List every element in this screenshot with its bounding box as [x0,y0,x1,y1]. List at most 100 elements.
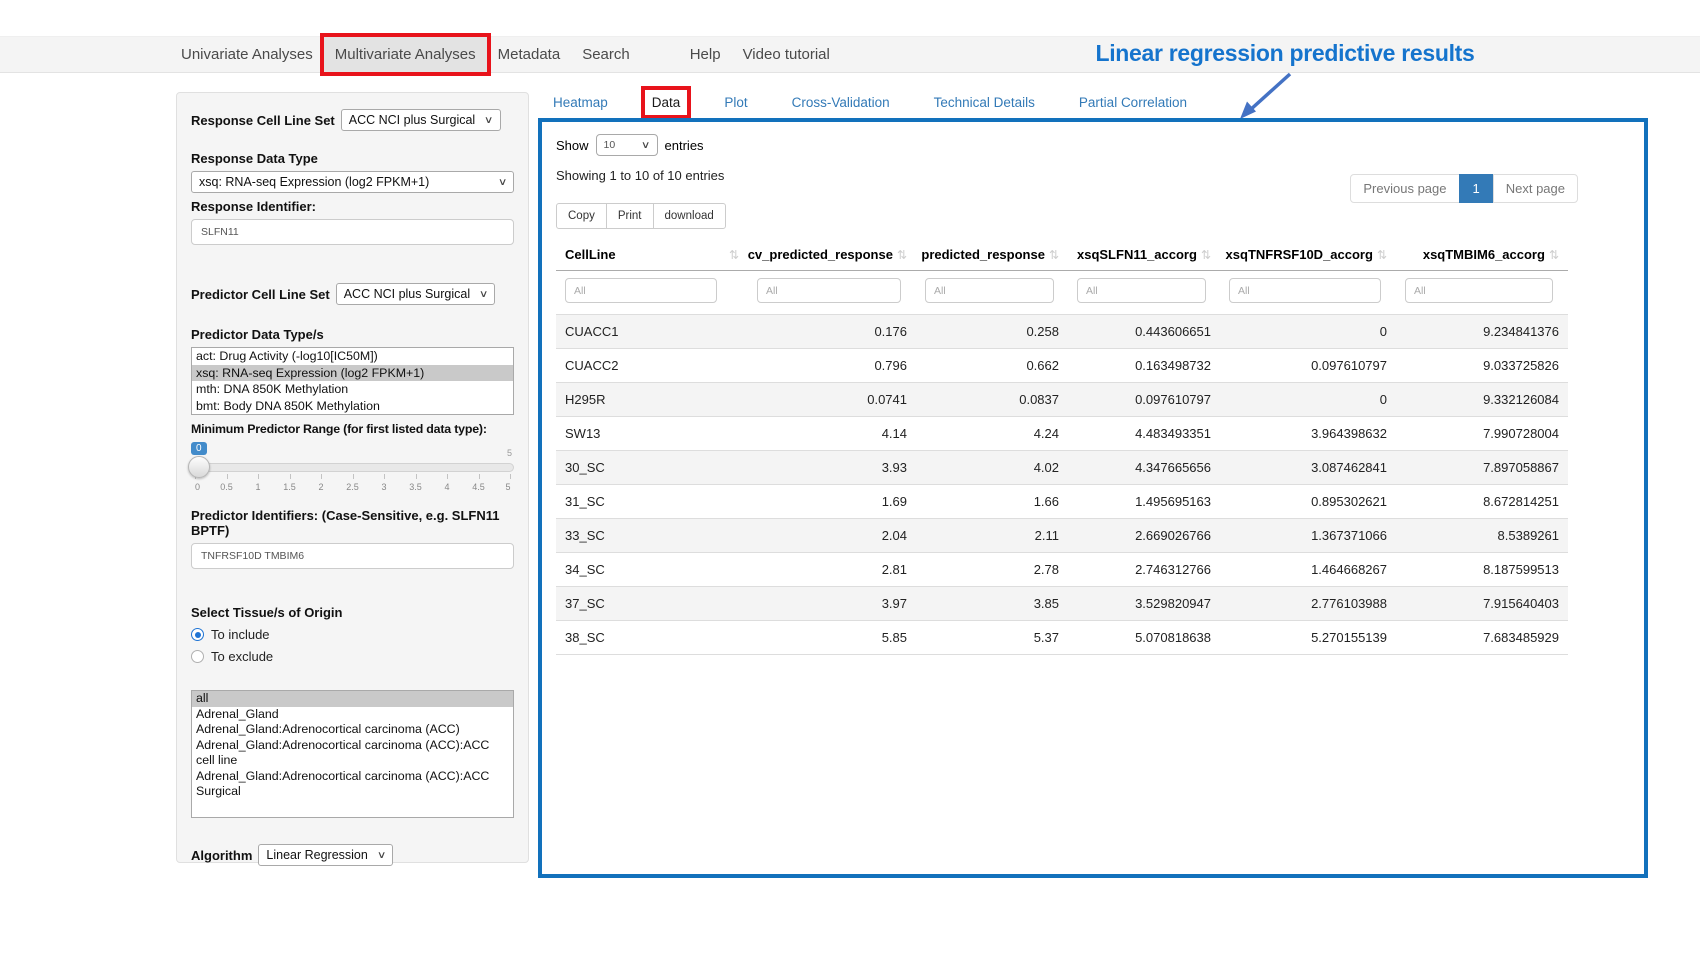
results-table: CellLine⇅cv_predicted_response⇅predicted… [556,239,1568,655]
response-data-type-select[interactable]: xsq: RNA-seq Expression (log2 FPKM+1) ∨ [191,171,514,193]
listbox-option-adrenal-gland-adrenocortical-carcinoma-acc-acc-cell-line[interactable]: Adrenal_Gland:Adrenocortical carcinoma (… [192,738,513,769]
predictor-identifiers-input[interactable]: TNFRSF10D TMBIM6 [191,543,514,569]
table-cell: H295R [556,383,748,417]
listbox-option-adrenal-gland-adrenocortical-carcinoma-acc[interactable]: Adrenal_Gland:Adrenocortical carcinoma (… [192,722,513,738]
algorithm-label: Algorithm [191,848,252,863]
column-header-content: xsqTNFRSF10D_accorg ⇅ [1229,247,1387,262]
next-page-button[interactable]: Next page [1493,174,1578,203]
column-header-label: predicted_response [921,247,1045,262]
slider-track[interactable] [191,463,514,472]
slider-tick [353,474,354,479]
predictor-cell-line-set-label: Predictor Cell Line Set [191,287,330,302]
filter-cell-xsqtmbim6-accorg [1396,271,1568,315]
table-cell: 30_SC [556,451,748,485]
table-cell: 5.37 [916,621,1068,655]
slider-tick [258,474,259,479]
listbox-option-xsq-rna-seq-expression-log2-fpkm-1[interactable]: xsq: RNA-seq Expression (log2 FPKM+1) [192,365,513,382]
column-header-xsqtnfrsf10d-accorg[interactable]: xsqTNFRSF10D_accorg ⇅ [1220,239,1396,271]
tab-data[interactable]: Data [645,90,688,115]
table-cell: 4.347665656 [1068,451,1220,485]
table-cell: 37_SC [556,587,748,621]
listbox-option-all[interactable]: all [192,691,513,707]
nav-item-univariate-analyses[interactable]: Univariate Analyses [170,37,324,72]
table-cell: 9.033725826 [1396,349,1568,383]
table-cell: 5.85 [748,621,916,655]
slider-tick-label: 2 [318,482,323,492]
table-cell: 5.070818638 [1068,621,1220,655]
slider-tick-label: 5 [505,482,510,492]
tab-partial-correlation[interactable]: Partial Correlation [1072,90,1194,115]
listbox-option-adrenal-gland[interactable]: Adrenal_Gland [192,707,513,723]
response-identifier-input[interactable]: SLFN11 [191,219,514,245]
column-filter-input-xsqslfn11-accorg[interactable] [1077,278,1206,303]
column-header-content: xsqSLFN11_accorg⇅ [1077,247,1211,262]
table-cell: CUACC1 [556,315,748,349]
slider-tick [227,474,228,479]
sort-icon: ⇅ [1049,248,1059,262]
table-cell: 0.796 [748,349,916,383]
predictor-cell-line-set-select[interactable]: ACC NCI plus Surgical ∨ [336,283,496,305]
column-filter-input-xsqtmbim6-accorg[interactable] [1405,278,1553,303]
column-header-xsqslfn11-accorg[interactable]: xsqSLFN11_accorg⇅ [1068,239,1220,271]
tab-heatmap[interactable]: Heatmap [546,90,615,115]
table-cell: 4.02 [916,451,1068,485]
filter-cell-xsqslfn11-accorg [1068,271,1220,315]
radio-to-include[interactable]: To include [191,627,514,642]
column-filter-input-cellline[interactable] [565,278,717,303]
column-header-label: xsqTNFRSF10D_accorg [1226,247,1373,262]
slider-tick-label: 3 [381,482,386,492]
nav-item-video-tutorial[interactable]: Video tutorial [732,37,841,72]
column-filter-input-cv-predicted-response[interactable] [757,278,901,303]
print-button[interactable]: Print [606,203,654,229]
copy-button[interactable]: Copy [556,203,607,229]
column-header-label: CellLine [565,247,616,262]
table-cell: 0 [1220,315,1396,349]
result-tabs: Heatmap Data Plot Cross-Validation Technical… [546,86,1194,118]
show-label: Show [556,138,589,153]
table-filter-row [556,271,1568,315]
nav-item-search[interactable]: Search [571,37,641,72]
table-cell: 0.0837 [916,383,1068,417]
radio-to-exclude[interactable]: To exclude [191,649,514,664]
predictor-data-types-listbox: act: Drug Activity (-log10[IC50M])xsq: R… [191,347,514,415]
table-row: 38_SC5.855.375.0708186385.2701551397.683… [556,621,1568,655]
column-filter-input-xsqtnfrsf10d-accorg[interactable] [1229,278,1381,303]
listbox-option-act-drug-activity-log10-ic50m[interactable]: act: Drug Activity (-log10[IC50M]) [192,348,513,365]
download-button[interactable]: download [653,203,726,229]
show-entries-select[interactable]: 10 ∨ [596,134,658,156]
tab-technical-details[interactable]: Technical Details [927,90,1042,115]
nav-item-metadata[interactable]: Metadata [487,37,572,72]
sort-icon: ⇅ [729,248,739,262]
nav-item-help[interactable]: Help [679,37,732,72]
slider-handle[interactable] [188,456,210,478]
listbox-option-bmt-body-dna-850k-methylation[interactable]: bmt: Body DNA 850K Methylation [192,398,513,415]
listbox-option-mth-dna-850k-methylation[interactable]: mth: DNA 850K Methylation [192,381,513,398]
nav-item-multivariate-analyses[interactable]: Multivariate Analyses [324,37,487,72]
slider-tick-label: 1.5 [283,482,296,492]
page-number-button[interactable]: 1 [1459,174,1494,203]
chevron-down-icon: ∨ [484,115,494,126]
tissue-origin-label: Select Tissue/s of Origin [191,605,514,620]
sort-icon: ⇅ [1377,248,1387,262]
entries-label: entries [665,138,704,153]
min-predictor-range-slider: 0 5 00.511.522.533.544.55 [191,442,514,500]
column-header-cellline[interactable]: CellLine ⇅ [556,239,748,271]
chevron-down-icon: ∨ [498,177,508,188]
tab-cross-validation[interactable]: Cross-Validation [785,90,897,115]
table-cell: 31_SC [556,485,748,519]
tab-plot[interactable]: Plot [717,90,754,115]
column-header-cv-predicted-response[interactable]: cv_predicted_response⇅ [748,239,916,271]
pagination: Previous page 1 Next page [1350,174,1578,203]
algorithm-row: Algorithm Linear Regression ∨ [191,844,514,866]
listbox-option-adrenal-gland-adrenocortical-carcinoma-acc-acc-surgical[interactable]: Adrenal_Gland:Adrenocortical carcinoma (… [192,769,513,800]
column-header-xsqtmbim6-accorg[interactable]: xsqTMBIM6_accorg⇅ [1396,239,1568,271]
column-header-predicted-response[interactable]: predicted_response ⇅ [916,239,1068,271]
response-cell-line-set-select[interactable]: ACC NCI plus Surgical ∨ [341,109,501,131]
filter-cell-cellline [556,271,748,315]
table-cell: 0.097610797 [1220,349,1396,383]
algorithm-value: Linear Regression [266,848,367,862]
previous-page-button[interactable]: Previous page [1350,174,1459,203]
algorithm-select[interactable]: Linear Regression ∨ [258,844,393,866]
radio-button-icon [191,650,204,663]
column-filter-input-predicted-response[interactable] [925,278,1054,303]
